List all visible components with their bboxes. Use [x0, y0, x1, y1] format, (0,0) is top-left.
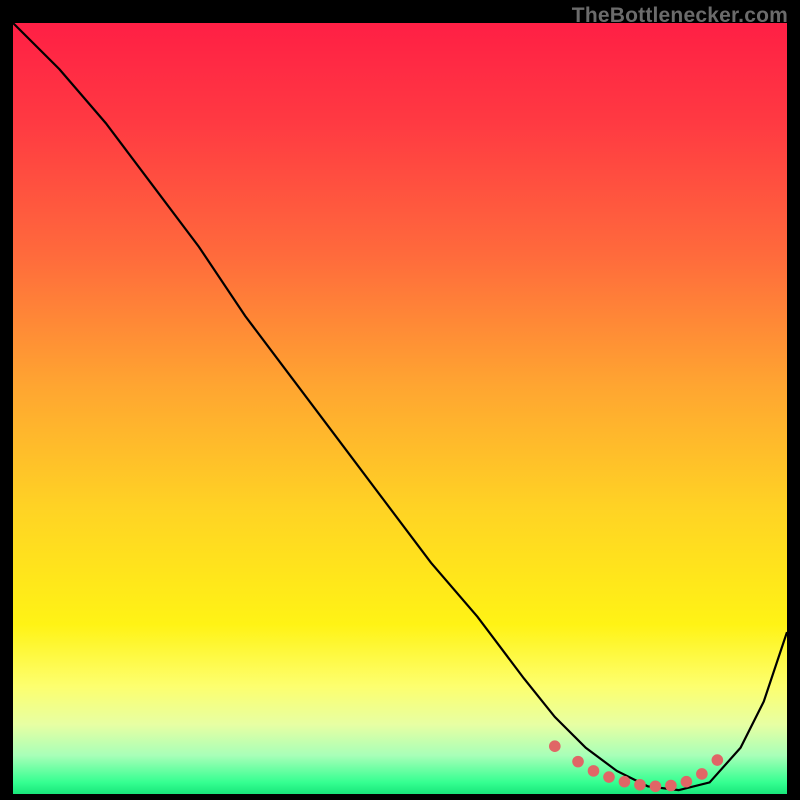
chart-frame: TheBottlenecker.com — [0, 0, 800, 800]
plot-area — [13, 23, 787, 794]
gradient-background — [13, 23, 787, 794]
